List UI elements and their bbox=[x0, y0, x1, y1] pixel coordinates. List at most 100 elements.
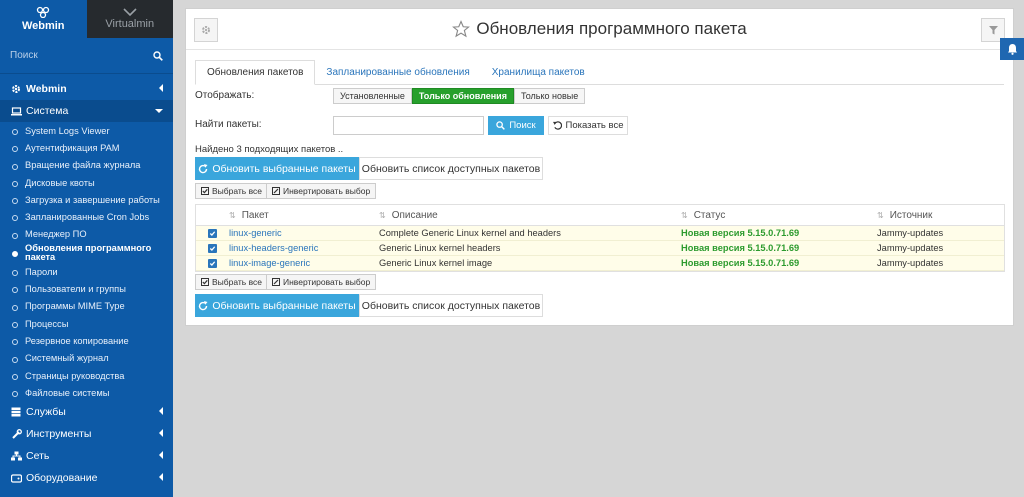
module-config-button[interactable] bbox=[194, 18, 218, 42]
caret-left-icon bbox=[159, 473, 163, 482]
sidebar-item-cron[interactable]: Запланированные Cron Jobs bbox=[0, 208, 173, 225]
brand-tabs: Webmin Virtualmin bbox=[0, 0, 173, 38]
caret-left-icon bbox=[159, 451, 163, 460]
package-link[interactable]: linux-headers-generic bbox=[229, 243, 379, 253]
row-checkbox[interactable] bbox=[208, 243, 217, 253]
package-source: Jammy-updates bbox=[877, 243, 944, 253]
sidebar-category-label: Сеть bbox=[26, 450, 50, 463]
filter-option-updates-only[interactable]: Только обновления bbox=[411, 88, 514, 104]
gear-icon bbox=[10, 84, 22, 94]
package-link[interactable]: linux-image-generic bbox=[229, 258, 379, 268]
column-header-package[interactable]: Пакет bbox=[229, 210, 379, 221]
update-selected-button-bottom[interactable]: Обновить выбранные пакеты bbox=[195, 294, 359, 317]
update-selected-button[interactable]: Обновить выбранные пакеты bbox=[195, 157, 359, 180]
row-checkbox[interactable] bbox=[208, 228, 217, 238]
update-selected-label: Обновить выбранные пакеты bbox=[212, 162, 356, 175]
notifications-button[interactable] bbox=[1000, 38, 1024, 60]
select-all-label: Выбрать все bbox=[212, 277, 262, 287]
gear-icon bbox=[202, 26, 210, 34]
sidebar-item-mime[interactable]: Программы MIME Type bbox=[0, 298, 173, 315]
invert-selection-label: Инвертировать выбор bbox=[283, 186, 371, 196]
select-all-button[interactable]: Выбрать все bbox=[195, 183, 268, 199]
sidebar-item-processes[interactable]: Процессы bbox=[0, 315, 173, 332]
column-header-source[interactable]: Источник bbox=[877, 210, 1004, 221]
refresh-list-button[interactable]: Обновить список доступных пакетов bbox=[359, 157, 543, 180]
sidebar-item-syslog[interactable]: Системный журнал bbox=[0, 350, 173, 367]
caret-left-icon bbox=[159, 84, 163, 92]
sidebar-item-disk-quotas[interactable]: Дисковые квоты bbox=[0, 174, 173, 191]
package-description: Generic Linux kernel image bbox=[379, 258, 493, 268]
sidebar-item-log-rotation[interactable]: Вращение файла журнала bbox=[0, 157, 173, 174]
invert-selection-label: Инвертировать выбор bbox=[283, 277, 371, 287]
undo-icon bbox=[552, 121, 562, 130]
column-header-status[interactable]: Статус bbox=[681, 210, 877, 221]
filter-option-installed[interactable]: Установленные bbox=[333, 88, 412, 104]
sidebar-category-hardware[interactable]: Оборудование bbox=[0, 467, 173, 489]
sidebar: Webmin Virtualmin Поиск Webmin Система S… bbox=[0, 0, 173, 497]
hdd-icon bbox=[10, 474, 22, 483]
refresh-list-button-bottom[interactable]: Обновить список доступных пакетов bbox=[359, 294, 543, 317]
sidebar-category-webmin[interactable]: Webmin bbox=[0, 78, 173, 100]
sidebar-item-software[interactable]: Менеджер ПО bbox=[0, 226, 173, 243]
invert-icon bbox=[272, 278, 280, 286]
tab-package-updates[interactable]: Обновления пакетов bbox=[195, 60, 316, 85]
sidebar-category-servers[interactable]: Службы bbox=[0, 401, 173, 423]
sidebar-search-input[interactable]: Поиск bbox=[10, 50, 38, 61]
brand-webmin-label: Webmin bbox=[21, 20, 65, 32]
invert-selection-button[interactable]: Инвертировать выбор bbox=[266, 183, 377, 199]
search-button[interactable]: Поиск bbox=[488, 116, 544, 135]
invert-icon bbox=[272, 187, 280, 195]
filter-option-new-only[interactable]: Только новые bbox=[513, 88, 586, 104]
laptop-icon bbox=[10, 106, 22, 116]
package-status: Новая версия 5.15.0.71.69 bbox=[681, 243, 800, 253]
refresh-icon bbox=[199, 300, 208, 310]
sidebar-category-system[interactable]: Система bbox=[0, 100, 173, 122]
select-all-button-bottom[interactable]: Выбрать все bbox=[195, 274, 268, 290]
sidebar-item-users-groups[interactable]: Пользователи и группы bbox=[0, 280, 173, 297]
checkbox-icon bbox=[201, 278, 209, 286]
system-submenu: System Logs Viewer Аутентификация PAM Вр… bbox=[0, 122, 173, 401]
find-label: Найти пакеты: bbox=[195, 119, 262, 130]
tab-scheduled-updates[interactable]: Запланированные обновления bbox=[315, 60, 480, 85]
show-all-button[interactable]: Показать все bbox=[548, 116, 628, 135]
sidebar-category-label: Инструменты bbox=[26, 428, 92, 441]
checkbox-icon bbox=[201, 187, 209, 195]
search-icon[interactable] bbox=[153, 50, 163, 61]
panel-header: Обновления программного пакета bbox=[186, 9, 1013, 50]
server-icon bbox=[10, 407, 22, 417]
package-status: Новая версия 5.15.0.71.69 bbox=[681, 228, 800, 238]
sidebar-category-tools[interactable]: Инструменты bbox=[0, 423, 173, 445]
column-header-description[interactable]: Описание bbox=[379, 210, 681, 221]
sidebar-item-backup[interactable]: Резервное копирование bbox=[0, 332, 173, 349]
sidebar-category-label: Система bbox=[26, 105, 69, 117]
caret-down-icon bbox=[155, 109, 163, 113]
sidebar-item-package-updates[interactable]: Обновления программного пакета bbox=[0, 243, 173, 263]
sidebar-item-man-pages[interactable]: Страницы руководства bbox=[0, 367, 173, 384]
table-row: linux-generic Complete Generic Linux ker… bbox=[196, 226, 1004, 241]
filter-segmented-control: Установленные Только обновления Только н… bbox=[333, 88, 586, 104]
filter-icon bbox=[988, 25, 998, 34]
packages-table: Пакет Описание Статус Источник linux-gen… bbox=[195, 204, 1005, 272]
page-title-text: Обновления программного пакета bbox=[476, 19, 747, 38]
row-checkbox[interactable] bbox=[208, 258, 217, 268]
main-panel: Обновления программного пакета Обновлени… bbox=[185, 8, 1014, 326]
caret-left-icon bbox=[159, 407, 163, 416]
sidebar-search[interactable]: Поиск bbox=[0, 38, 173, 74]
brand-tab-virtualmin[interactable]: Virtualmin bbox=[86, 0, 173, 38]
brand-tab-webmin[interactable]: Webmin bbox=[0, 0, 87, 38]
tab-package-repositories[interactable]: Хранилища пакетов bbox=[481, 60, 596, 85]
table-row: linux-image-generic Generic Linux kernel… bbox=[196, 256, 1004, 271]
find-packages-input[interactable] bbox=[333, 116, 484, 135]
sidebar-item-filesystems[interactable]: Файловые системы bbox=[0, 384, 173, 401]
sidebar-item-bootup[interactable]: Загрузка и завершение работы bbox=[0, 191, 173, 208]
virtualmin-logo-icon bbox=[123, 8, 137, 16]
table-header: Пакет Описание Статус Источник bbox=[196, 205, 1004, 226]
star-icon[interactable] bbox=[452, 20, 471, 38]
sidebar-item-passwords[interactable]: Пароли bbox=[0, 263, 173, 280]
sidebar-item-pam[interactable]: Аутентификация PAM bbox=[0, 139, 173, 156]
update-selected-label: Обновить выбранные пакеты bbox=[212, 299, 356, 312]
sidebar-item-system-logs-viewer[interactable]: System Logs Viewer bbox=[0, 122, 173, 139]
invert-selection-button-bottom[interactable]: Инвертировать выбор bbox=[266, 274, 377, 290]
package-link[interactable]: linux-generic bbox=[229, 228, 379, 238]
sidebar-category-network[interactable]: Сеть bbox=[0, 445, 173, 467]
